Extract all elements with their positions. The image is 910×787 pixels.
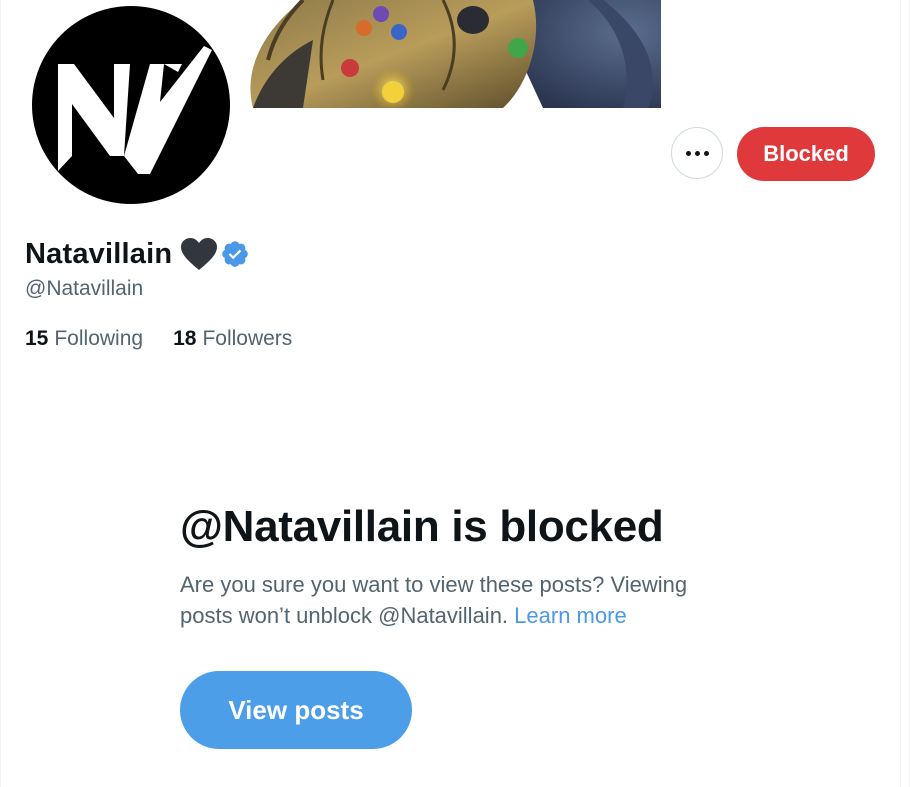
blocked-title: @Natavillain is blocked <box>180 502 664 551</box>
learn-more-link[interactable]: Learn more <box>514 603 627 628</box>
right-divider <box>900 0 901 787</box>
banner-image[interactable] <box>243 0 661 108</box>
following-label: Following <box>54 327 144 350</box>
view-posts-button[interactable]: View posts <box>180 671 412 749</box>
profile-name-row: Natavillain <box>25 236 250 272</box>
profile-avatar[interactable] <box>30 4 232 206</box>
profile-handle: @Natavillain <box>25 277 144 300</box>
display-name: Natavillain <box>25 237 173 270</box>
blocked-description: Are you sure you want to view these post… <box>180 569 740 631</box>
more-options-button[interactable] <box>671 127 723 179</box>
nv-logo-icon <box>32 6 230 204</box>
profile-page: Blocked Natavillain @Natavillain 15 Foll… <box>0 0 910 787</box>
black-heart-icon <box>180 237 218 271</box>
following-link[interactable]: 15 Following <box>25 327 143 351</box>
more-options-icon <box>684 150 711 156</box>
blocked-button[interactable]: Blocked <box>737 127 875 181</box>
followers-label: Followers <box>202 327 293 350</box>
following-count: 15 <box>25 327 49 350</box>
verified-badge-icon[interactable] <box>220 239 250 269</box>
followers-count: 18 <box>173 327 197 350</box>
left-divider <box>0 0 1 787</box>
follow-stats: 15 Following 18 Followers <box>25 327 292 351</box>
followers-link[interactable]: 18 Followers <box>173 327 292 351</box>
